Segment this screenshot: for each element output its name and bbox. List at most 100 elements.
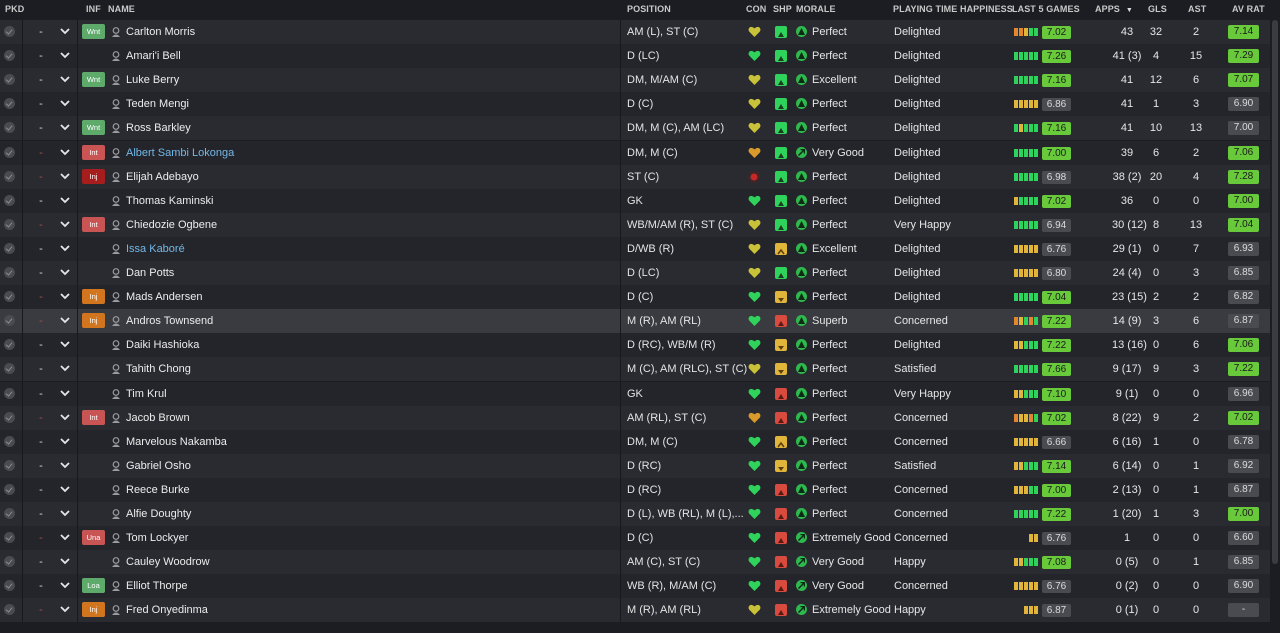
player-name[interactable]: Reece Burke [126,478,190,502]
col-gls[interactable]: GLS [1148,4,1167,14]
pick-checkbox[interactable] [4,502,20,526]
pick-checkbox[interactable] [4,213,20,237]
player-name[interactable]: Gabriel Osho [126,454,191,478]
table-row[interactable]: - Reece Burke D (RC) Perfect Concerned 7.00 2 … [0,478,1270,502]
pick-checkbox[interactable] [4,382,20,406]
col-pkd[interactable]: PKD [5,4,24,14]
chevron-down-icon[interactable] [58,116,72,140]
player-name[interactable]: Andros Townsend [126,309,213,333]
player-name[interactable]: Carlton Morris [126,20,195,44]
chevron-down-icon[interactable] [58,237,72,261]
col-shp[interactable]: SHP [773,4,792,14]
chevron-down-icon[interactable] [58,502,72,526]
chevron-down-icon[interactable] [58,141,72,165]
pick-checkbox[interactable] [4,68,20,92]
table-row[interactable]: - Int Chiedozie Ogbene WB/M/AM (R), ST (C) P… [0,213,1270,237]
player-name[interactable]: Luke Berry [126,68,179,92]
chevron-down-icon[interactable] [58,550,72,574]
table-row[interactable]: - Daiki Hashioka D (RC), WB/M (R) Perfect De… [0,333,1270,357]
table-row[interactable]: - Thomas Kaminski GK Perfect Delighted 7.02 36… [0,189,1270,213]
table-row[interactable]: - Wnt Ross Barkley DM, M (C), AM (LC) Perfec… [0,116,1270,140]
player-name[interactable]: Elijah Adebayo [126,165,199,189]
pick-checkbox[interactable] [4,44,20,68]
pick-checkbox[interactable] [4,333,20,357]
col-last5[interactable]: LAST 5 GAMES [1012,4,1080,14]
pick-checkbox[interactable] [4,237,20,261]
chevron-down-icon[interactable] [58,92,72,116]
col-inf[interactable]: INF [86,4,101,14]
pick-checkbox[interactable] [4,92,20,116]
player-name[interactable]: Dan Potts [126,261,174,285]
chevron-down-icon[interactable] [58,20,72,44]
col-apps[interactable]: APPS ▼ [1095,4,1133,14]
player-name[interactable]: Marvelous Nakamba [126,430,227,454]
chevron-down-icon[interactable] [58,382,72,406]
player-name[interactable]: Mads Andersen [126,285,202,309]
chevron-down-icon[interactable] [58,333,72,357]
table-row[interactable]: - Loa Elliot Thorpe WB (R), M/AM (C) Very Go… [0,574,1270,598]
col-con[interactable]: CON [746,4,766,14]
pick-checkbox[interactable] [4,261,20,285]
chevron-down-icon[interactable] [58,598,72,622]
col-morale[interactable]: MORALE [796,4,836,14]
player-name[interactable]: Fred Onyedinma [126,598,208,622]
col-name[interactable]: NAME [108,4,135,14]
pick-checkbox[interactable] [4,526,20,550]
chevron-down-icon[interactable] [58,285,72,309]
player-name[interactable]: Tim Krul [126,382,167,406]
table-row[interactable]: - Dan Potts D (LC) Perfect Delighted 6.80 24 (… [0,261,1270,285]
chevron-down-icon[interactable] [58,430,72,454]
player-name[interactable]: Tom Lockyer [126,526,188,550]
col-playing-time[interactable]: PLAYING TIME HAPPINESS [893,4,1013,14]
pick-checkbox[interactable] [4,357,20,381]
table-row[interactable]: - Marvelous Nakamba DM, M (C) Perfect Concer… [0,430,1270,454]
table-row[interactable]: - Wnt Luke Berry DM, M/AM (C) Excellent Delig… [0,68,1270,92]
pick-checkbox[interactable] [4,478,20,502]
chevron-down-icon[interactable] [58,189,72,213]
table-row[interactable]: - Una Tom Lockyer D (C) Extremely Good Concer… [0,526,1270,550]
chevron-down-icon[interactable] [58,261,72,285]
chevron-down-icon[interactable] [58,165,72,189]
pick-checkbox[interactable] [4,406,20,430]
chevron-down-icon[interactable] [58,478,72,502]
chevron-down-icon[interactable] [58,454,72,478]
table-row[interactable]: - Teden Mengi D (C) Perfect Delighted 6.86 41 1… [0,92,1270,116]
pick-checkbox[interactable] [4,165,20,189]
player-name[interactable]: Daiki Hashioka [126,333,199,357]
player-name[interactable]: Albert Sambi Lokonga [126,141,234,165]
pick-checkbox[interactable] [4,430,20,454]
col-ast[interactable]: AST [1188,4,1206,14]
table-row[interactable]: - Inj Elijah Adebayo ST (C) Perfect Delighted… [0,165,1270,189]
player-name[interactable]: Cauley Woodrow [126,550,210,574]
table-row[interactable]: - Tim Krul GK Perfect Very Happy 7.10 9 (1) 0 0 6… [0,382,1270,406]
table-row[interactable]: - Wnt Carlton Morris AM (L), ST (C) Perfect D… [0,20,1270,44]
table-row[interactable]: - Amari'i Bell D (LC) Perfect Delighted 7.26 4… [0,44,1270,68]
chevron-down-icon[interactable] [58,526,72,550]
pick-checkbox[interactable] [4,550,20,574]
chevron-down-icon[interactable] [58,357,72,381]
player-name[interactable]: Tahith Chong [126,357,191,381]
player-name[interactable]: Chiedozie Ogbene [126,213,217,237]
pick-checkbox[interactable] [4,454,20,478]
table-row[interactable]: - Gabriel Osho D (RC) Perfect Satisfied 7.14 6… [0,454,1270,478]
table-row[interactable]: - Issa Kaboré D/WB (R) Excellent Delighted 6.… [0,237,1270,261]
col-avrat[interactable]: AV RAT [1232,4,1265,14]
player-name[interactable]: Amari'i Bell [126,44,181,68]
pick-checkbox[interactable] [4,20,20,44]
pick-checkbox[interactable] [4,141,20,165]
table-row[interactable]: - Inj Fred Onyedinma M (R), AM (RL) Extremel… [0,598,1270,622]
pick-checkbox[interactable] [4,285,20,309]
table-row[interactable]: - Inj Mads Andersen D (C) Perfect Delighted 7.… [0,285,1270,309]
pick-checkbox[interactable] [4,116,20,140]
chevron-down-icon[interactable] [58,213,72,237]
player-name[interactable]: Ross Barkley [126,116,191,140]
pick-checkbox[interactable] [4,189,20,213]
table-row[interactable]: - Int Jacob Brown AM (RL), ST (C) Perfect Con… [0,406,1270,430]
chevron-down-icon[interactable] [58,68,72,92]
player-name[interactable]: Teden Mengi [126,92,189,116]
chevron-down-icon[interactable] [58,44,72,68]
chevron-down-icon[interactable] [58,406,72,430]
table-row[interactable]: - Int Albert Sambi Lokonga DM, M (C) Very Go… [0,141,1270,165]
player-name[interactable]: Jacob Brown [126,406,190,430]
table-row[interactable]: - Alfie Doughty D (L), WB (RL), M (L),... P… [0,502,1270,526]
